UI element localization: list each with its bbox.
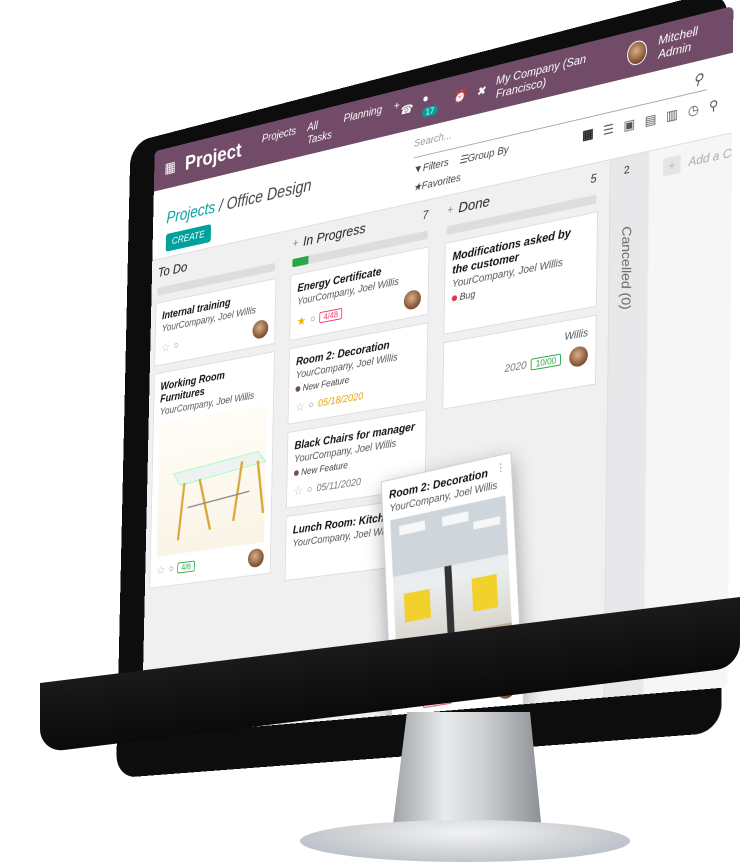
pivot-view-icon[interactable]: ▤: [645, 111, 657, 130]
add-column-label[interactable]: Add a Column: [688, 139, 733, 170]
menu-projects[interactable]: Projects: [262, 124, 296, 158]
column-count: 5: [590, 171, 597, 187]
filter-icon: ▼: [413, 162, 423, 177]
gantt-view-icon[interactable]: ▥: [666, 106, 678, 125]
priority-star-icon[interactable]: ☆: [293, 483, 303, 499]
table-illustration: [157, 403, 275, 556]
kanban-card[interactable]: Room 2: Decoration YourCompany, Joel Wil…: [287, 322, 429, 425]
tag-dot: [295, 385, 301, 393]
checklist-pill: 4/48: [319, 307, 343, 324]
checklist-pill: 10/00: [531, 353, 561, 371]
column-title[interactable]: To Do: [158, 259, 188, 280]
user-name[interactable]: Mitchell Admin: [658, 18, 721, 62]
column-title[interactable]: Done: [458, 193, 490, 216]
map-view-icon[interactable]: ⚲: [709, 97, 719, 115]
create-button[interactable]: CREATE: [165, 224, 211, 252]
status-circle-icon[interactable]: ○: [174, 340, 179, 352]
activity-icon[interactable]: ⏰: [453, 88, 466, 104]
list-view-icon[interactable]: ☰: [603, 121, 614, 139]
status-circle-icon[interactable]: ○: [310, 313, 316, 325]
calendar-view-icon[interactable]: ▣: [623, 116, 635, 135]
card-menu-icon[interactable]: ⋮: [495, 460, 506, 475]
monitor-stand-neck: [392, 712, 542, 832]
column-count: 7: [422, 207, 429, 223]
activity-view-icon[interactable]: ◷: [688, 101, 699, 120]
status-circle-icon[interactable]: ○: [169, 563, 174, 574]
search-placeholder: Search...: [413, 129, 452, 150]
monitor-stage: ▦ Project Projects All Tasks Planning + …: [0, 0, 748, 862]
card-cover-image: [156, 404, 267, 557]
deadline-date: 05/11/2020: [316, 476, 362, 495]
column-count: 2: [623, 163, 630, 178]
kanban-view-icon[interactable]: ▦: [582, 125, 594, 143]
search-icon[interactable]: ⚲: [693, 70, 703, 90]
quick-create-icon[interactable]: +: [447, 202, 453, 217]
status-circle-icon[interactable]: ○: [308, 399, 314, 411]
column-title: Cancelled (0): [618, 224, 635, 311]
group-by-button[interactable]: ☰Group By: [459, 143, 509, 167]
chat-icon[interactable]: ● 17: [422, 87, 443, 118]
menu-planning[interactable]: Planning: [343, 103, 382, 138]
avatar[interactable]: [569, 344, 589, 369]
grid-icon[interactable]: ▦: [164, 157, 177, 178]
avatar[interactable]: [252, 318, 269, 340]
avatar[interactable]: [403, 288, 422, 311]
avatar[interactable]: [247, 547, 264, 569]
group-by-label: Group By: [467, 143, 509, 165]
phone-icon[interactable]: ☎: [399, 102, 412, 118]
quick-create-icon[interactable]: +: [293, 236, 299, 250]
breadcrumb: Projects / Office Design: [166, 176, 311, 228]
breadcrumb-current: Office Design: [226, 175, 312, 214]
breadcrumb-projects[interactable]: Projects: [166, 198, 215, 227]
tag-dot: [293, 469, 299, 477]
menu-all-tasks[interactable]: All Tasks: [307, 115, 332, 146]
avatar[interactable]: [627, 38, 647, 68]
tag-dot: [451, 294, 458, 302]
checklist-pill: 4/8: [177, 560, 195, 574]
priority-star-icon[interactable]: ☆: [295, 399, 305, 415]
star-icon: ★: [413, 180, 422, 195]
deadline-date: 05/18/2020: [317, 390, 364, 410]
priority-star-icon[interactable]: ★: [297, 313, 307, 330]
breadcrumb-separator: /: [215, 195, 227, 216]
monitor-stand-base: [300, 820, 630, 862]
priority-star-icon[interactable]: ☆: [156, 563, 165, 578]
tag-label: New Feature: [301, 460, 348, 478]
favorites-label: Favorites: [421, 172, 461, 193]
progress-fill: [292, 255, 309, 268]
status-circle-icon[interactable]: ○: [307, 484, 313, 496]
layers-icon: ☰: [458, 153, 468, 167]
tag-label: Bug: [459, 289, 476, 304]
kanban-card[interactable]: Working Room Furnitures YourCompany, Joe…: [149, 351, 275, 589]
filters-label: Filters: [422, 156, 449, 175]
app-name[interactable]: Project: [185, 138, 242, 175]
deadline-date: 2020: [504, 359, 527, 376]
debug-icon[interactable]: ✖: [476, 83, 485, 99]
priority-star-icon[interactable]: ☆: [161, 340, 170, 356]
chat-badge: 17: [422, 104, 438, 118]
add-column-icon[interactable]: +: [663, 154, 681, 177]
